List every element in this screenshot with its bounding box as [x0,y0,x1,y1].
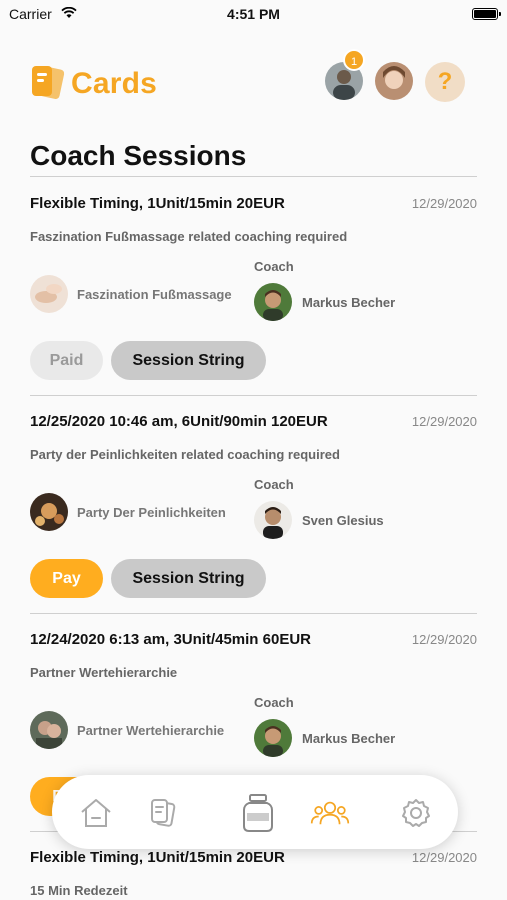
session-divider [30,613,477,614]
jar-icon[interactable] [238,793,278,833]
coach-avatar [254,501,292,539]
coach-label: Coach [254,477,294,492]
partner-avatar[interactable] [375,62,413,100]
session-divider [30,395,477,396]
session-description: Partner Wertehierarchie [30,665,178,680]
session-string-button[interactable]: Session String [111,341,266,380]
notification-badge: 1 [343,49,365,71]
coach-name: Markus Becher [302,731,396,746]
cards-icon[interactable] [143,793,183,833]
coach-name: Sven Glesius [302,513,384,528]
topic-avatar [30,275,68,313]
session-description: Party der Peinlichkeiten related coachin… [30,447,340,462]
topic-avatar [30,711,68,749]
people-icon[interactable] [310,793,350,833]
topic-name: Partner Wertehierarchie [77,723,225,738]
session-string-button[interactable]: Session String [111,559,266,598]
topic-name: Faszination Fußmassage [77,287,232,302]
session-headline: Flexible Timing, 1Unit/15min 20EUR [30,195,285,212]
clock: 4:51 PM [227,6,280,22]
home-icon[interactable] [76,793,116,833]
tab-bar [52,775,458,849]
session-headline: Flexible Timing, 1Unit/15min 20EUR [30,849,285,866]
title-divider [30,176,477,177]
status-bar: Carrier 4:51 PM [0,0,507,28]
topic-name: Party Der Peinlichkeiten [77,505,226,520]
session-date: 12/29/2020 [411,196,477,211]
user-avatar[interactable]: 1 [325,49,365,100]
session-description: 15 Min Redezeit [30,883,128,898]
app-header: Cards 1 ? [0,49,507,108]
battery-icon [472,8,501,20]
settings-icon[interactable] [396,793,436,833]
paid-button[interactable]: Paid [30,341,103,380]
page-title: Coach Sessions [30,140,247,171]
cards-logo-icon [30,62,66,102]
session-date: 12/29/2020 [411,632,477,647]
app-name: Cards [71,67,158,100]
session-headline: 12/25/2020 10:46 am, 6Unit/90min 120EUR [30,413,328,430]
coach-label: Coach [254,695,294,710]
help-button[interactable]: ? [425,62,465,102]
session-date: 12/29/2020 [411,850,477,865]
coach-avatar [254,283,292,321]
coach-label: Coach [254,259,294,274]
session-description: Faszination Fußmassage related coaching … [30,229,348,244]
coach-name: Markus Becher [302,295,396,310]
pay-button[interactable]: Pay [30,559,103,598]
session-headline: 12/24/2020 6:13 am, 3Unit/45min 60EUR [30,631,311,648]
topic-avatar [30,493,68,531]
coach-avatar [254,719,292,757]
session-date: 12/29/2020 [411,414,477,429]
